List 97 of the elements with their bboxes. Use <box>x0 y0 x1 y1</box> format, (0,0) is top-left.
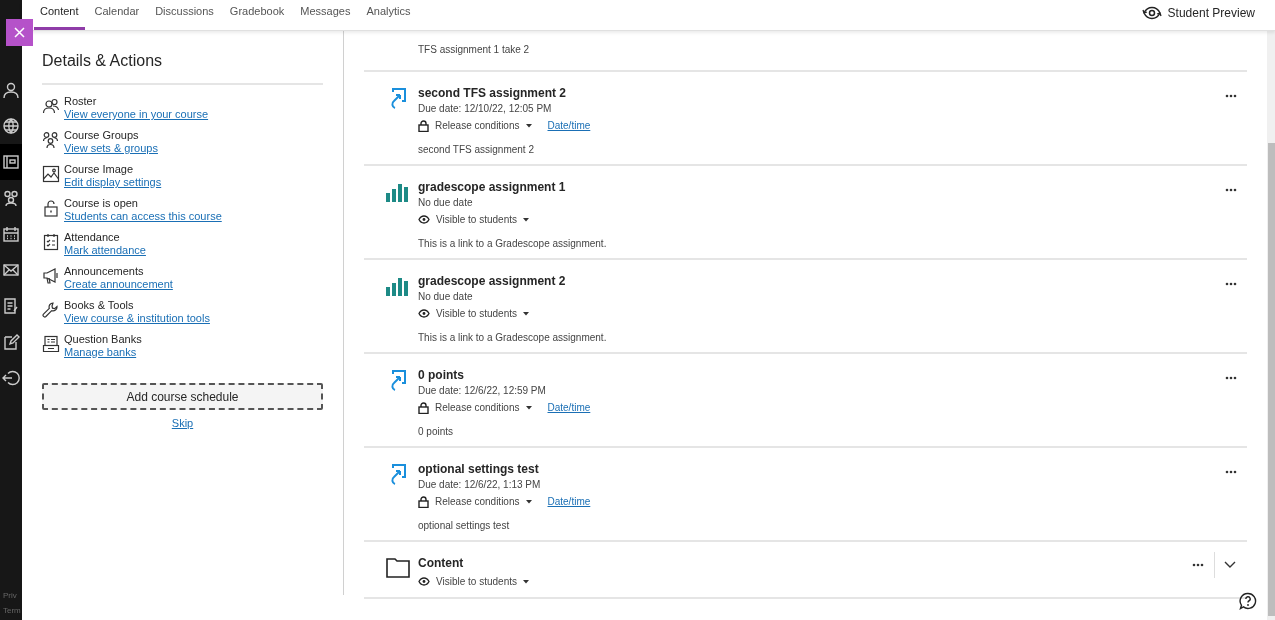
padlock-icon <box>418 495 429 508</box>
item-title[interactable]: 0 points <box>418 368 1225 383</box>
more-options-icon[interactable] <box>1225 470 1237 474</box>
item-description: This is a link to a Gradescope assignment. <box>418 331 608 345</box>
item-title[interactable]: second TFS assignment 2 <box>418 86 1225 101</box>
more-options-icon[interactable] <box>1225 188 1237 192</box>
group-icon <box>2 189 20 207</box>
more-options-icon[interactable] <box>1192 563 1204 567</box>
close-icon <box>14 27 25 38</box>
release-conditions-dropdown[interactable]: Release conditions <box>418 400 532 415</box>
action-link[interactable]: View sets & groups <box>64 142 158 155</box>
action-label: Books & Tools <box>64 299 135 312</box>
action-link[interactable]: Manage banks <box>64 346 142 359</box>
eye-icon <box>418 215 430 224</box>
skip-link[interactable]: Skip <box>171 415 194 432</box>
item-title[interactable]: gradescope assignment 2 <box>418 274 1225 289</box>
action-label: Course Groups <box>64 129 140 142</box>
item-description: 0 points <box>418 425 455 439</box>
tab[interactable]: Analytics <box>360 2 417 30</box>
action-label: Announcements <box>64 265 145 278</box>
padlock-icon <box>418 401 429 414</box>
more-options-icon[interactable] <box>1225 282 1237 286</box>
caret-icon <box>523 579 529 584</box>
due-date: Due date: 12/10/22, 12:05 PM <box>418 102 553 115</box>
more-options-icon[interactable] <box>1225 94 1237 98</box>
item-description: second TFS assignment 2 <box>418 143 535 157</box>
action-label: Roster <box>64 95 98 108</box>
due-date: Due date: 12/6/22, 1:13 PM <box>418 478 542 491</box>
action-link[interactable]: Students can access this course <box>64 210 222 223</box>
assignment-icon <box>390 464 406 486</box>
edit-icon <box>2 333 20 351</box>
due-date: No due date <box>418 196 474 209</box>
release-conditions-dropdown[interactable]: Release conditions <box>418 118 532 133</box>
close-button[interactable] <box>6 19 33 46</box>
bar-chart-icon <box>386 182 410 202</box>
action-link[interactable]: View course & institution tools <box>64 312 210 325</box>
people-icon <box>42 97 60 115</box>
padlock-icon <box>418 119 429 132</box>
megaphone-icon <box>42 267 60 285</box>
bar-chart-icon <box>386 276 410 296</box>
due-date: Due date: 12/6/22, 12:59 PM <box>418 384 547 397</box>
item-title[interactable]: optional settings test <box>418 462 1225 477</box>
action-label: Course Image <box>64 163 135 176</box>
tab[interactable]: Gradebook <box>223 2 291 30</box>
folder-icon <box>386 558 410 578</box>
date-time-link[interactable]: Date/time <box>547 494 591 509</box>
more-options-icon[interactable] <box>1225 376 1237 380</box>
item-description: optional settings test <box>418 519 511 533</box>
caret-icon <box>525 499 532 504</box>
person-icon <box>2 81 20 99</box>
envelope-icon <box>2 261 20 279</box>
visibility-dropdown[interactable]: Visible to students <box>418 212 529 227</box>
action-label: Question Banks <box>64 333 142 346</box>
item-description: This is a link to a Gradescope assignment. <box>418 237 608 251</box>
clipboard-icon <box>42 233 60 251</box>
document-icon <box>2 297 20 315</box>
exit-icon <box>2 369 20 387</box>
assignment-icon <box>390 370 406 392</box>
item-title[interactable]: Content <box>418 556 1192 571</box>
action-link[interactable]: Edit display settings <box>64 176 162 189</box>
due-date: No due date <box>418 290 474 303</box>
student-preview-button[interactable]: Student Preview <box>1141 4 1255 22</box>
help-icon[interactable] <box>1239 592 1257 610</box>
chevron-down-icon[interactable] <box>1224 561 1236 568</box>
eye-icon <box>418 577 430 586</box>
action-link[interactable]: Create announcement <box>64 278 173 291</box>
date-time-link[interactable]: Date/time <box>547 118 591 133</box>
globe-icon <box>2 117 20 135</box>
caret-icon <box>523 217 529 222</box>
tab[interactable]: Messages <box>294 2 357 30</box>
eye-refresh-icon <box>1141 6 1162 20</box>
action-label: Attendance <box>64 231 121 244</box>
action-label: Course is open <box>64 197 139 210</box>
wrench-icon <box>42 301 60 319</box>
caret-icon <box>525 405 532 410</box>
action-link[interactable]: Mark attendance <box>64 244 146 257</box>
group-icon <box>42 131 60 149</box>
eye-icon <box>418 309 430 318</box>
tab[interactable]: Discussions <box>149 2 220 30</box>
visibility-dropdown[interactable]: Visible to students <box>418 574 529 589</box>
image-icon <box>42 165 60 183</box>
visibility-dropdown[interactable]: Visible to students <box>418 306 529 321</box>
assignment-icon <box>390 88 406 110</box>
release-conditions-dropdown[interactable]: Release conditions <box>418 494 532 509</box>
item-description: TFS assignment 1 take 2 <box>418 43 530 57</box>
caret-icon <box>525 123 532 128</box>
item-title[interactable]: gradescope assignment 1 <box>418 180 1225 195</box>
panel-title: Details & Actions <box>42 49 323 85</box>
date-time-link[interactable]: Date/time <box>547 400 591 415</box>
tab[interactable]: Calendar <box>88 2 146 30</box>
add-course-schedule-button[interactable]: Add course schedule <box>42 383 323 410</box>
drawer-icon <box>42 335 60 353</box>
course-icon <box>2 153 20 171</box>
calendar-icon <box>2 225 20 243</box>
action-link[interactable]: View everyone in your course <box>64 108 209 121</box>
unlocked-padlock-icon <box>42 199 60 217</box>
caret-icon <box>523 311 529 316</box>
